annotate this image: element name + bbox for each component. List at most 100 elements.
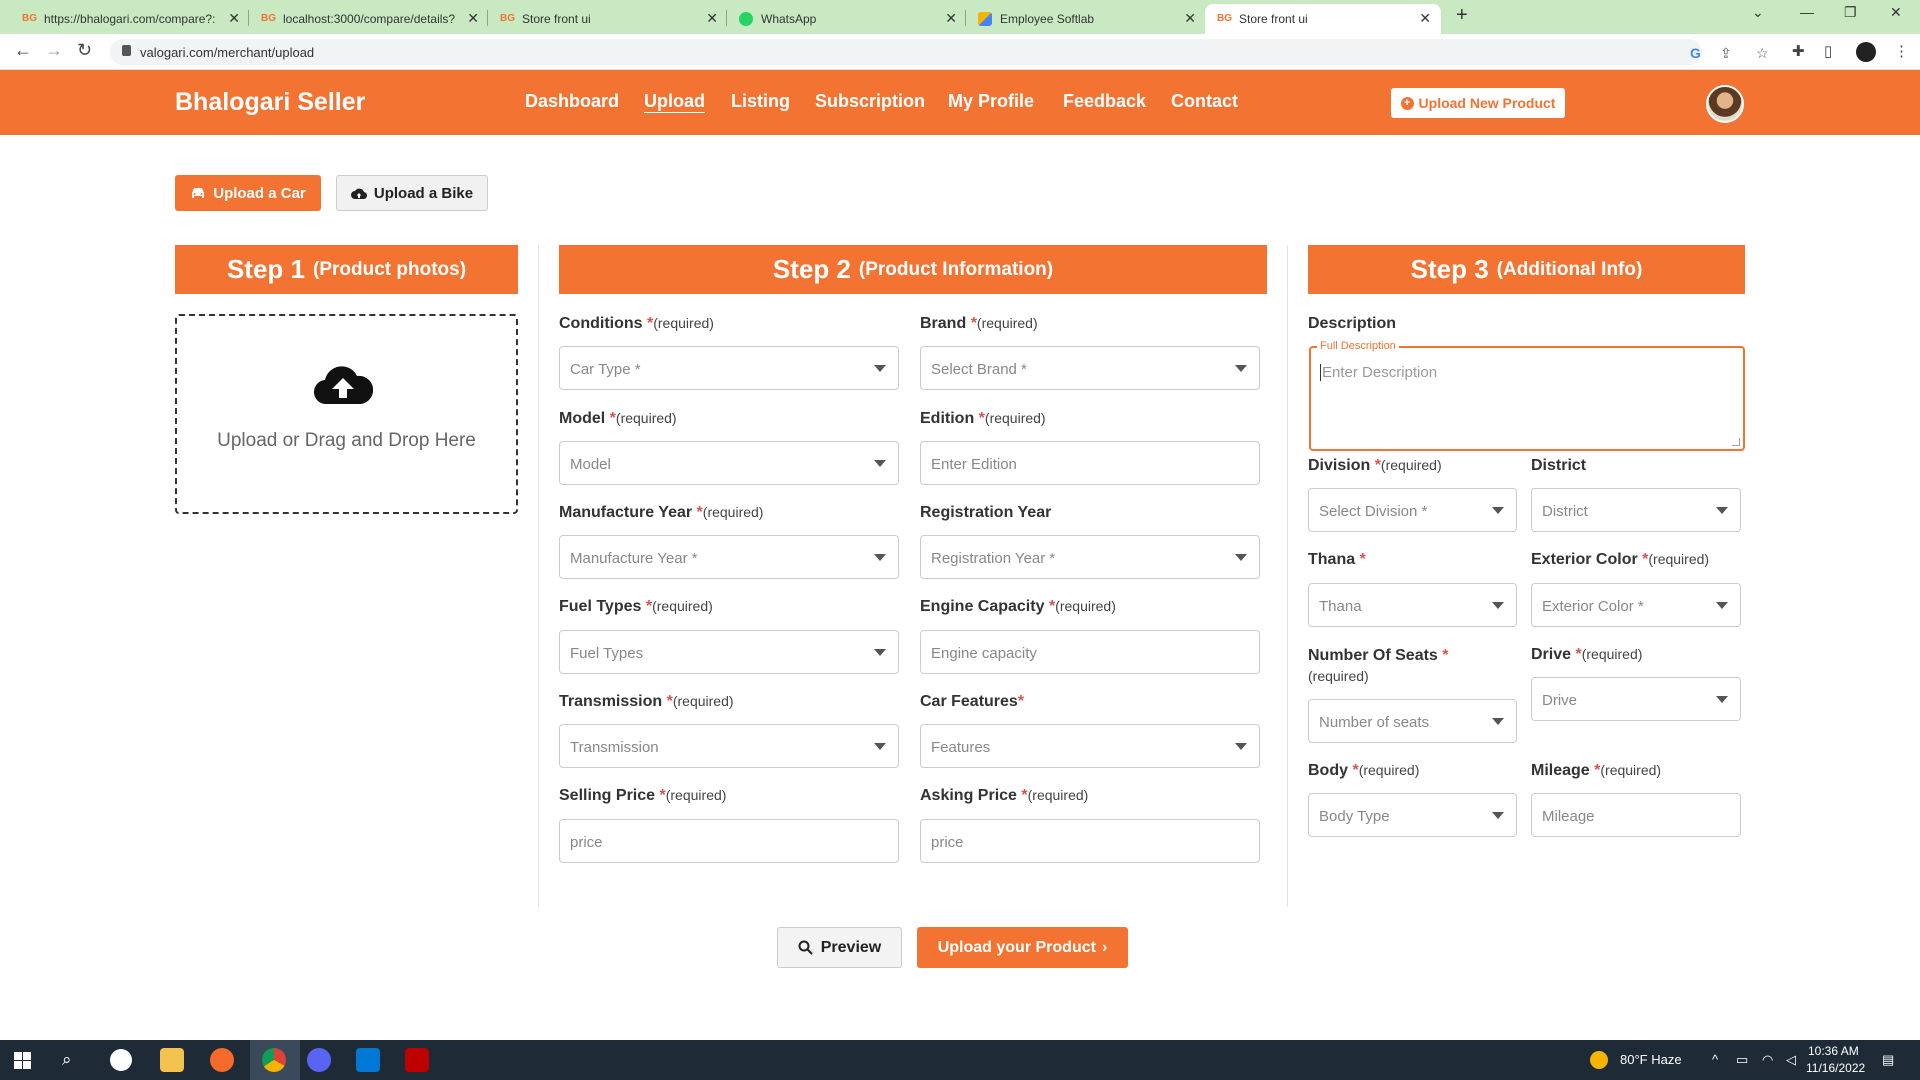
browser-tab[interactable]: Employee Softlab ✕ bbox=[978, 4, 1196, 34]
close-tab-icon[interactable]: ✕ bbox=[1419, 10, 1431, 27]
number-of-seats-select[interactable]: Number of seats bbox=[1308, 699, 1517, 743]
close-tab-icon[interactable]: ✕ bbox=[1184, 10, 1196, 27]
notifications-icon[interactable]: ▤ bbox=[1882, 1052, 1894, 1068]
close-tab-icon[interactable]: ✕ bbox=[706, 10, 718, 27]
side-panel-icon[interactable]: ▯ bbox=[1824, 42, 1832, 60]
browser-tab-active[interactable]: BG Store front ui ✕ bbox=[1205, 4, 1441, 34]
registration-year-select[interactable]: Registration Year * bbox=[920, 535, 1260, 579]
nav-listing[interactable]: Listing bbox=[731, 91, 790, 112]
close-tab-icon[interactable]: ✕ bbox=[228, 10, 240, 27]
nav-feedback[interactable]: Feedback bbox=[1063, 91, 1146, 112]
weather-icon[interactable] bbox=[1590, 1051, 1608, 1069]
minimize-icon[interactable]: — bbox=[1800, 4, 1814, 20]
volume-muted-icon[interactable]: ◁ bbox=[1786, 1052, 1796, 1068]
nav-my-profile[interactable]: My Profile bbox=[948, 91, 1034, 112]
chevron-up-icon[interactable]: ^ bbox=[1712, 1052, 1718, 1067]
thana-select[interactable]: Thana bbox=[1308, 583, 1517, 627]
fuel-types-label: Fuel Types *(required) bbox=[559, 598, 713, 615]
avatar[interactable] bbox=[1706, 85, 1744, 123]
browser-tab[interactable]: BG Store front ui ✕ bbox=[500, 4, 718, 34]
weather-text[interactable]: 80°F Haze bbox=[1620, 1052, 1682, 1067]
wifi-icon[interactable]: ◠ bbox=[1762, 1052, 1773, 1068]
body-label: Body *(required) bbox=[1308, 762, 1420, 779]
manufacture-year-select[interactable]: Manufacture Year * bbox=[559, 535, 899, 579]
discord-icon[interactable] bbox=[307, 1048, 331, 1072]
tab-search-icon[interactable]: ⌄ bbox=[1752, 4, 1764, 21]
browser-menu-icon[interactable]: ⋮ bbox=[1894, 42, 1909, 60]
photo-dropzone[interactable]: Upload or Drag and Drop Here bbox=[175, 314, 518, 514]
dropdown-caret-icon bbox=[1235, 365, 1247, 372]
clock-date[interactable]: 11/16/2022 bbox=[1806, 1061, 1865, 1075]
car-features-select[interactable]: Features bbox=[920, 724, 1260, 768]
windows-start-icon[interactable] bbox=[14, 1052, 31, 1069]
browser-tab[interactable]: WhatsApp ✕ bbox=[739, 4, 957, 34]
preview-button[interactable]: Preview bbox=[777, 927, 902, 968]
transmission-select[interactable]: Transmission bbox=[559, 724, 899, 768]
meet-now-icon[interactable]: ▭ bbox=[1736, 1052, 1748, 1068]
resize-grip-icon[interactable] bbox=[1732, 438, 1740, 446]
exterior-color-label: Exterior Color *(required) bbox=[1531, 551, 1710, 568]
step3-header: Step 3 (Additional Info) bbox=[1308, 245, 1745, 294]
upload-car-button[interactable]: Upload a Car bbox=[175, 175, 321, 211]
upload-car-label: Upload a Car bbox=[213, 184, 306, 202]
upload-new-product-button[interactable]: + Upload New Product bbox=[1391, 88, 1565, 118]
exterior-color-select[interactable]: Exterior Color * bbox=[1531, 583, 1741, 627]
dropdown-caret-icon bbox=[874, 743, 886, 750]
back-arrow-icon[interactable]: ← bbox=[14, 40, 32, 61]
district-select[interactable]: District bbox=[1531, 488, 1741, 532]
restore-icon[interactable]: ❐ bbox=[1844, 4, 1857, 21]
mileage-input[interactable]: Mileage bbox=[1531, 793, 1741, 837]
extensions-icon[interactable]: ✚ bbox=[1792, 42, 1805, 60]
taskbar-search-icon[interactable]: ⌕ bbox=[62, 1050, 72, 1070]
forward-arrow-icon[interactable]: → bbox=[45, 40, 63, 61]
reload-icon[interactable]: ↻ bbox=[77, 40, 92, 61]
description-textarea[interactable]: Full Description Enter Description bbox=[1309, 340, 1745, 451]
profile-icon[interactable] bbox=[1856, 42, 1876, 62]
upload-product-button[interactable]: Upload your Product › bbox=[917, 927, 1128, 968]
share-icon[interactable]: ⇪ bbox=[1720, 45, 1732, 62]
file-explorer-icon[interactable] bbox=[160, 1048, 184, 1072]
browser-tab[interactable]: BG https://bhalogari.com/compare?: ✕ bbox=[22, 4, 240, 34]
brand-logo[interactable]: Bhalogari Seller bbox=[175, 88, 365, 117]
selling-price-label: Selling Price *(required) bbox=[559, 787, 727, 804]
filezilla-icon[interactable] bbox=[405, 1048, 429, 1072]
new-tab-icon[interactable]: + bbox=[1456, 4, 1468, 27]
close-window-icon[interactable]: ✕ bbox=[1890, 4, 1902, 21]
fuel-types-select[interactable]: Fuel Types bbox=[559, 630, 899, 674]
drive-select[interactable]: Drive bbox=[1531, 677, 1741, 721]
close-tab-icon[interactable]: ✕ bbox=[945, 10, 957, 27]
step1-header: Step 1 (Product photos) bbox=[175, 245, 518, 294]
district-label: District bbox=[1531, 457, 1587, 474]
browser-toolbar: ← → ↻ valogari.com/merchant/upload G ⇪ ☆… bbox=[0, 34, 1920, 70]
division-select[interactable]: Select Division * bbox=[1308, 488, 1517, 532]
close-tab-icon[interactable]: ✕ bbox=[467, 10, 479, 27]
nav-upload[interactable]: Upload bbox=[644, 91, 705, 112]
dropdown-caret-icon bbox=[874, 365, 886, 372]
url-text[interactable]: valogari.com/merchant/upload bbox=[140, 45, 314, 60]
postman-icon[interactable] bbox=[210, 1048, 234, 1072]
edition-input[interactable]: Enter Edition bbox=[920, 441, 1260, 485]
google-icon[interactable]: G bbox=[1690, 45, 1701, 61]
step3-number: Step 3 bbox=[1410, 254, 1489, 284]
conditions-select[interactable]: Car Type * bbox=[559, 346, 899, 390]
mongodb-compass-icon[interactable] bbox=[110, 1049, 132, 1071]
dropdown-caret-icon bbox=[1716, 696, 1728, 703]
nav-subscription[interactable]: Subscription bbox=[815, 91, 925, 112]
engine-capacity-input[interactable]: Engine capacity bbox=[920, 630, 1260, 674]
dropdown-caret-icon bbox=[1235, 554, 1247, 561]
nav-contact[interactable]: Contact bbox=[1171, 91, 1238, 112]
model-select[interactable]: Model bbox=[559, 441, 899, 485]
vscode-icon[interactable] bbox=[356, 1048, 380, 1072]
browser-tab[interactable]: BG localhost:3000/compare/details? ✕ bbox=[261, 4, 479, 34]
brand-select[interactable]: Select Brand * bbox=[920, 346, 1260, 390]
upload-bike-button[interactable]: Upload a Bike bbox=[336, 175, 488, 211]
clock-time[interactable]: 10:36 AM bbox=[1808, 1044, 1859, 1058]
body-type-select[interactable]: Body Type bbox=[1308, 793, 1517, 837]
bookmark-star-icon[interactable]: ☆ bbox=[1756, 45, 1769, 62]
chrome-icon[interactable] bbox=[262, 1048, 286, 1072]
dropdown-caret-icon bbox=[1492, 507, 1504, 514]
asking-price-input[interactable]: price bbox=[920, 819, 1260, 863]
address-bar[interactable]: valogari.com/merchant/upload G ⇪ ☆ bbox=[110, 39, 1769, 65]
nav-dashboard[interactable]: Dashboard bbox=[525, 91, 619, 112]
selling-price-input[interactable]: price bbox=[559, 819, 899, 863]
